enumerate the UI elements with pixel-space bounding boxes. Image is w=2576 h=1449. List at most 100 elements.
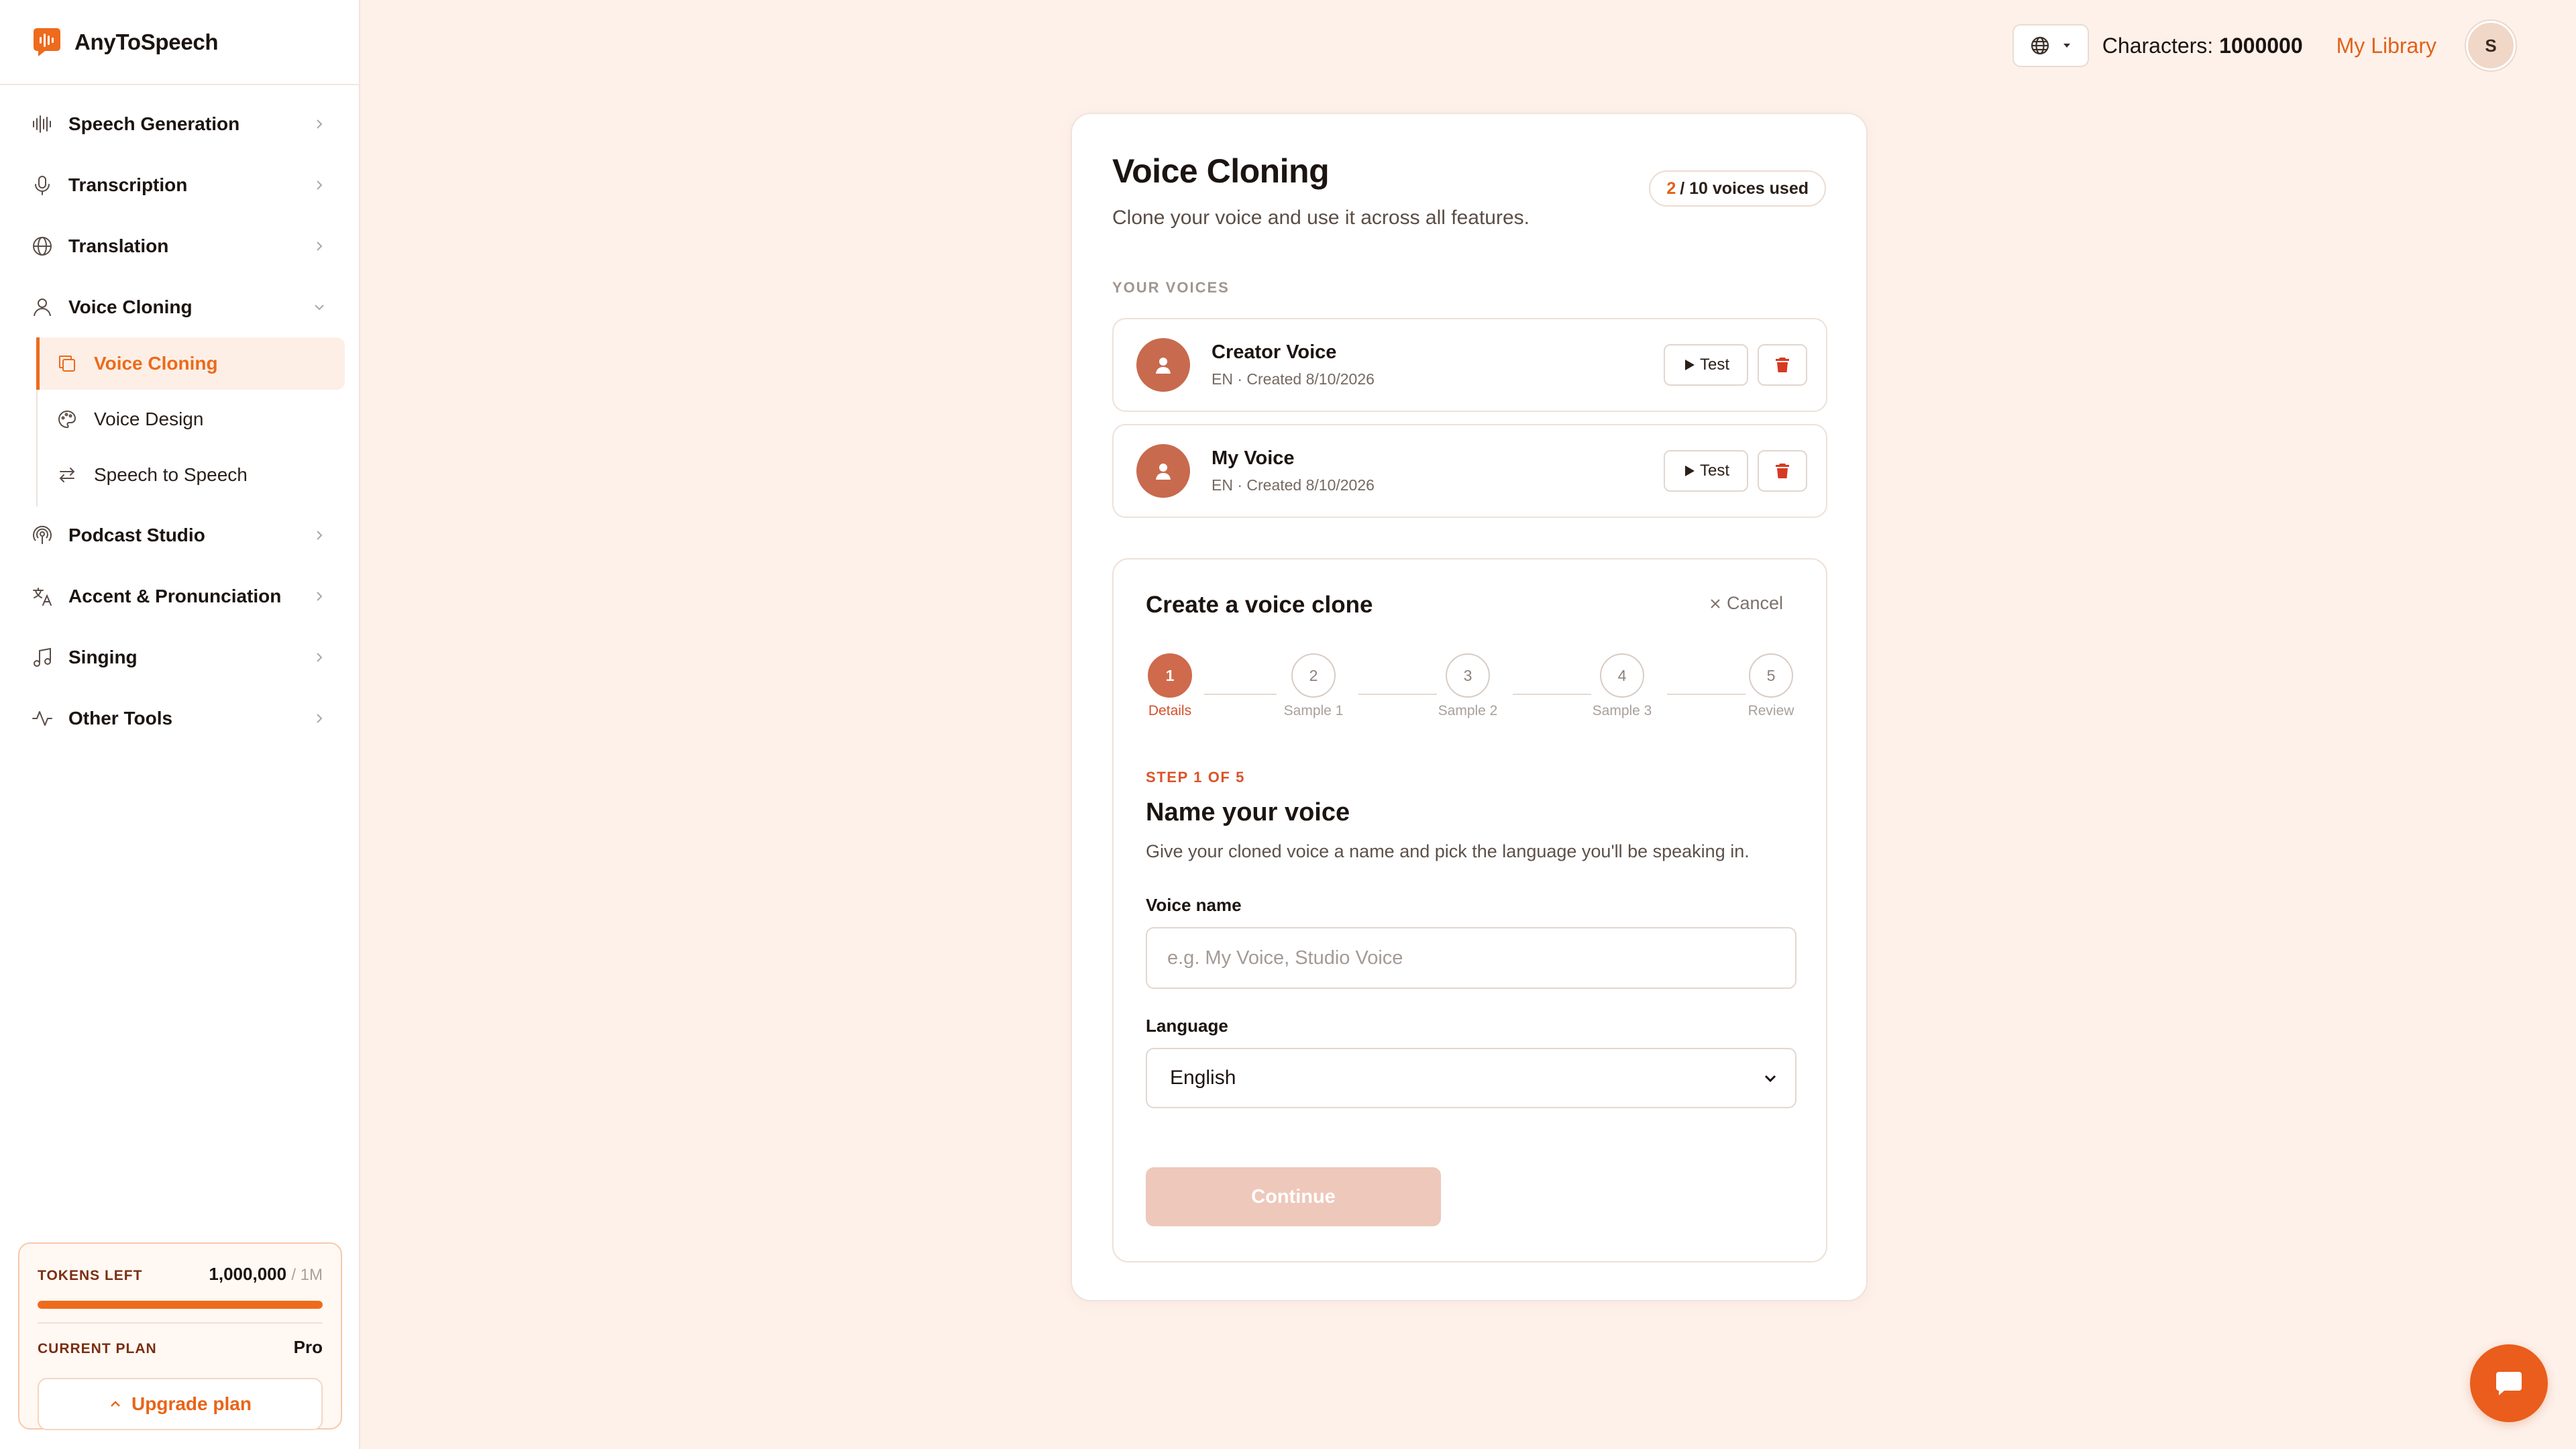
language-selected-value: English (1170, 1067, 1236, 1089)
language-switcher[interactable] (2012, 24, 2089, 67)
brand-name: AnyToSpeech (74, 29, 219, 54)
step-counter: STEP 1 OF 5 (1146, 769, 1246, 786)
voice-name-input[interactable] (1146, 927, 1796, 989)
nav-item-translation[interactable]: Translation (0, 215, 359, 276)
nav-label: Other Tools (68, 707, 173, 729)
chevron-right-icon (317, 591, 323, 601)
voice-avatar (1136, 338, 1190, 392)
nav-label: Accent & Pronunciation (68, 585, 282, 606)
voice-row: My Voice EN · Created 8/10/2026 Test (1112, 424, 1827, 518)
test-voice-button[interactable]: Test (1664, 450, 1748, 492)
top-bar: Characters: 1000000 My Library S (2012, 21, 2516, 70)
current-plan-label: CURRENT PLAN (38, 1341, 157, 1356)
activity-icon (32, 710, 52, 726)
chevron-right-icon (317, 180, 323, 190)
chat-bubble-icon (2496, 1372, 2522, 1395)
nav-item-podcast-studio[interactable]: Podcast Studio (0, 504, 359, 566)
voice-meta: EN · Created 8/10/2026 (1212, 476, 1375, 494)
chevron-right-icon (317, 241, 323, 251)
swap-arrows-icon (59, 468, 75, 482)
chevron-up-icon (111, 1401, 120, 1407)
language-icon (33, 587, 52, 606)
sub-item-voice-cloning[interactable]: Voice Cloning (36, 337, 345, 390)
play-icon (1684, 466, 1695, 476)
chat-support-button[interactable] (2470, 1344, 2548, 1422)
create-clone-title: Create a voice clone (1146, 592, 1373, 618)
step-number: 2 (1291, 653, 1336, 698)
nav-label: Transcription (68, 174, 188, 195)
globe-icon (33, 236, 52, 256)
step-2: 2 Sample 1 (1260, 653, 1367, 719)
sub-item-label: Speech to Speech (94, 464, 248, 485)
user-icon (34, 298, 51, 316)
language-select[interactable]: English (1146, 1048, 1796, 1108)
logo-icon (34, 28, 60, 56)
characters-value: 1000000 (2219, 33, 2303, 58)
nav-item-voice-cloning[interactable]: Voice Cloning (0, 276, 359, 337)
voice-name: Creator Voice (1212, 341, 1337, 363)
person-icon (1156, 358, 1171, 374)
step-label: Sample 1 (1283, 703, 1344, 718)
step-4: 4 Sample 3 (1568, 653, 1676, 719)
delete-voice-button[interactable] (1758, 344, 1807, 386)
play-icon (1684, 360, 1695, 370)
plan-card: TOKENS LEFT 1,000,000 / 1M CURRENT PLAN … (18, 1242, 342, 1430)
voice-avatar (1136, 444, 1190, 498)
voice-info: My Voice EN · Created 8/10/2026 (1212, 447, 1375, 494)
nav-item-transcription[interactable]: Transcription (0, 154, 359, 215)
voice-row: Creator Voice EN · Created 8/10/2026 Tes… (1112, 318, 1827, 412)
nav-item-speech-generation[interactable]: Speech Generation (0, 93, 359, 154)
nav-label: Speech Generation (68, 113, 240, 134)
step-description: Give your cloned voice a name and pick t… (1146, 841, 1750, 861)
tokens-value: 1,000,000 / 1M (209, 1264, 323, 1285)
main-nav: Speech Generation Transcription Translat… (0, 85, 359, 749)
step-label: Review (1748, 703, 1794, 718)
test-label: Test (1699, 462, 1729, 480)
upgrade-plan-label: Upgrade plan (131, 1393, 252, 1414)
delete-voice-button[interactable] (1758, 450, 1807, 492)
step-number: 3 (1446, 653, 1490, 698)
step-number: 1 (1148, 653, 1192, 698)
sub-item-label: Voice Cloning (94, 353, 218, 374)
nav-label: Voice Cloning (68, 296, 193, 317)
music-note-icon (34, 647, 51, 667)
characters-counter: Characters: 1000000 (2102, 34, 2303, 58)
tokens-progress-fill (38, 1301, 323, 1309)
voice-actions: Test (1664, 450, 1807, 492)
caret-down-icon (2063, 44, 2070, 48)
step-1: 1 Details (1116, 653, 1224, 719)
continue-button[interactable]: Continue (1146, 1167, 1441, 1226)
user-avatar[interactable]: S (2466, 21, 2516, 70)
nav-item-accent-pronunciation[interactable]: Accent & Pronunciation (0, 566, 359, 627)
trash-icon (1776, 464, 1789, 478)
nav-label: Translation (68, 235, 169, 256)
sub-item-voice-design[interactable]: Voice Design (36, 393, 345, 445)
sub-item-speech-to-speech[interactable]: Speech to Speech (36, 449, 345, 501)
sidebar: AnyToSpeech Speech Generation Transcript… (0, 0, 360, 1449)
brand[interactable]: AnyToSpeech (0, 0, 359, 85)
podcast-icon (33, 525, 52, 544)
chevron-right-icon (317, 713, 323, 723)
voice-cloning-submenu: Voice Cloning Voice Design Speech to Spe… (36, 337, 359, 506)
tokens-progress-bar (38, 1301, 323, 1309)
voice-cloning-card: Voice Cloning Clone your voice and use i… (1071, 113, 1868, 1301)
voice-meta: EN · Created 8/10/2026 (1212, 370, 1375, 388)
characters-label: Characters: (2102, 33, 2214, 58)
test-voice-button[interactable]: Test (1664, 344, 1748, 386)
your-voices-label: YOUR VOICES (1112, 279, 1230, 296)
current-plan-value: Pro (293, 1337, 323, 1357)
cancel-button[interactable]: Cancel (1709, 593, 1783, 614)
my-library-link[interactable]: My Library (2337, 34, 2436, 58)
tokens-count: 1,000,000 (209, 1264, 287, 1284)
step-number: 4 (1600, 653, 1644, 698)
globe-icon (2031, 36, 2049, 55)
person-icon (1156, 464, 1171, 480)
wizard-stepper: 1 Details 2 Sample 1 3 Sample 2 4 Sample… (1114, 653, 1826, 734)
nav-label: Podcast Studio (68, 524, 205, 545)
upgrade-plan-button[interactable]: Upgrade plan (38, 1378, 323, 1430)
chevron-right-icon (317, 119, 323, 129)
nav-item-singing[interactable]: Singing (0, 627, 359, 688)
chevron-down-icon (1764, 1075, 1776, 1083)
step-number: 5 (1749, 653, 1793, 698)
nav-item-other-tools[interactable]: Other Tools (0, 688, 359, 749)
